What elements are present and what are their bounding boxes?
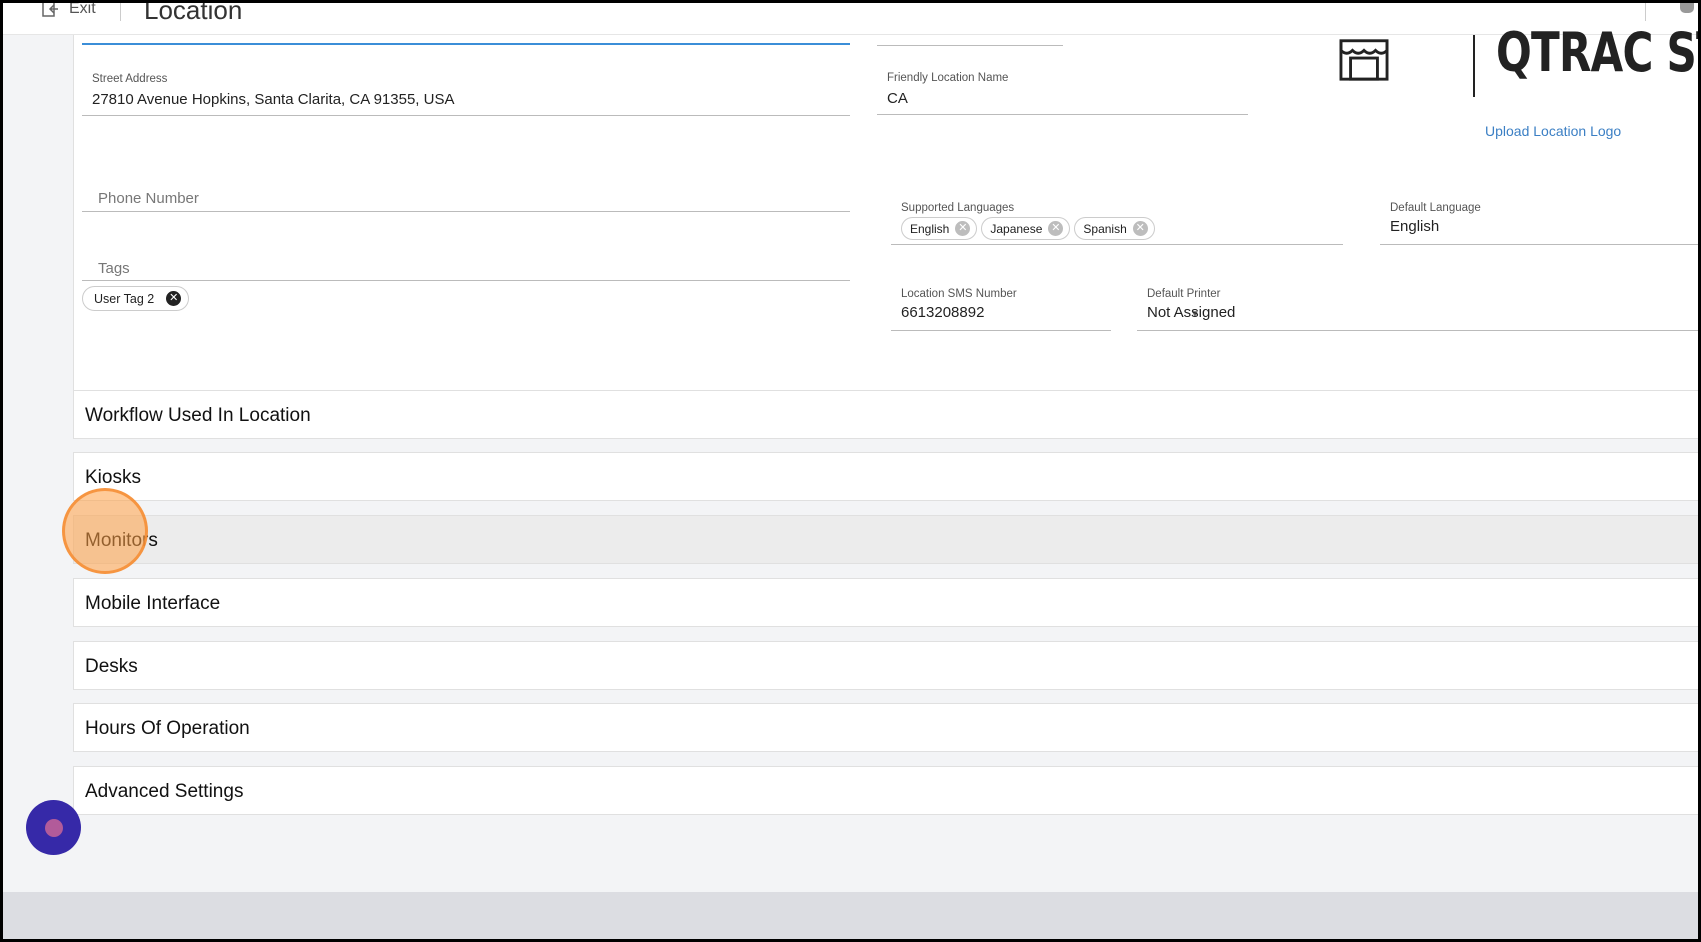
active-field-underline [82,43,850,45]
sms-number-label: Location SMS Number [901,288,1017,300]
upload-logo-link[interactable]: Upload Location Logo [1485,123,1621,139]
field-underline [1380,244,1698,245]
section-advanced-settings[interactable]: Advanced Settings [73,766,1698,815]
section-title: Desks [85,656,138,677]
default-language-field[interactable]: Default Language English [1390,202,1690,235]
chip-label: Spanish [1083,221,1127,236]
field-underline [877,114,1248,115]
section-title: Advanced Settings [85,781,244,802]
field-underline [891,330,1111,331]
section-hours-of-operation[interactable]: Hours Of Operation [73,703,1698,752]
phone-number-field[interactable]: Phone Number [98,190,199,207]
section-title: Kiosks [85,467,141,488]
tags-field[interactable]: Tags [98,260,130,277]
remove-chip-icon[interactable]: ✕ [1132,221,1148,236]
default-printer-value[interactable]: Not Assigned [1147,304,1547,321]
street-address-value[interactable]: 27810 Avenue Hopkins, Santa Clarita, CA … [92,91,842,108]
default-printer-field[interactable]: Default Printer Not Assigned [1147,288,1547,321]
language-chip-spanish[interactable]: Spanish ✕ [1074,217,1155,240]
location-details-card: Street Address 27810 Avenue Hopkins, San… [73,21,1698,411]
exit-icon [42,3,58,17]
store-icon [1339,39,1389,81]
divider [120,3,121,21]
remove-chip-icon[interactable]: ✕ [166,291,182,306]
section-desks[interactable]: Desks [73,641,1698,690]
street-address-field[interactable]: Street Address 27810 Avenue Hopkins, San… [92,73,842,108]
phone-number-placeholder: Phone Number [98,190,199,207]
bottom-bar [3,892,1698,939]
remove-chip-icon[interactable]: ✕ [955,221,971,236]
bell-icon[interactable] [1680,3,1694,13]
divider [1645,3,1646,21]
section-title: Workflow Used In Location [85,405,311,426]
field-underline [1137,330,1698,331]
section-title: Mobile Interface [85,593,221,614]
tags-placeholder: Tags [98,260,130,277]
logo-text: QTRAC STORE [1496,21,1698,84]
friendly-name-label: Friendly Location Name [887,72,1009,84]
default-language-label: Default Language [1390,202,1481,214]
supported-languages-label: Supported Languages [901,202,1015,214]
page-title: Location [144,3,243,25]
field-underline [877,45,1063,46]
tag-chip[interactable]: User Tag 2 ✕ [82,286,190,311]
field-underline [82,211,850,212]
exit-label: Exit [69,3,96,17]
logo-divider [1473,35,1475,97]
language-chip-japanese[interactable]: Japanese ✕ [981,217,1071,240]
section-title: Hours Of Operation [85,718,250,739]
street-address-label: Street Address [92,73,168,85]
chat-icon [45,819,63,837]
supported-languages-field[interactable]: Supported Languages English ✕ Japanese ✕… [901,202,1341,240]
top-bar: Exit Location [3,3,1698,35]
language-chip-english[interactable]: English ✕ [901,217,978,240]
section-kiosks[interactable]: Kiosks [73,452,1698,501]
chip-label: English [910,221,950,236]
sms-number-field[interactable]: Location SMS Number 6613208892 [901,288,1121,321]
section-monitors[interactable]: Monitors [73,515,1698,564]
friendly-name-field[interactable]: Friendly Location Name CA [887,72,1247,107]
field-underline [82,115,850,116]
tag-chip-list: User Tag 2 ✕ [82,286,193,311]
language-chip-list: English ✕ Japanese ✕ Spanish ✕ [901,217,1341,240]
default-language-value[interactable]: English [1390,218,1690,235]
exit-button[interactable]: Exit [41,3,96,18]
app-frame: Exit Location Street Address 27810 Avenu… [3,3,1698,939]
default-printer-label: Default Printer [1147,288,1221,300]
sms-number-value[interactable]: 6613208892 [901,304,1121,321]
chip-label: Japanese [990,221,1043,236]
friendly-name-value[interactable]: CA [887,90,1247,107]
field-underline [891,244,1343,245]
field-underline [82,280,850,281]
section-workflow[interactable]: Workflow Used In Location [73,390,1698,439]
section-mobile-interface[interactable]: Mobile Interface [73,578,1698,627]
remove-chip-icon[interactable]: ✕ [1048,221,1064,236]
chip-label: User Tag 2 [94,291,155,306]
section-title: Monitors [85,530,158,551]
chat-launcher-button[interactable] [26,800,81,855]
